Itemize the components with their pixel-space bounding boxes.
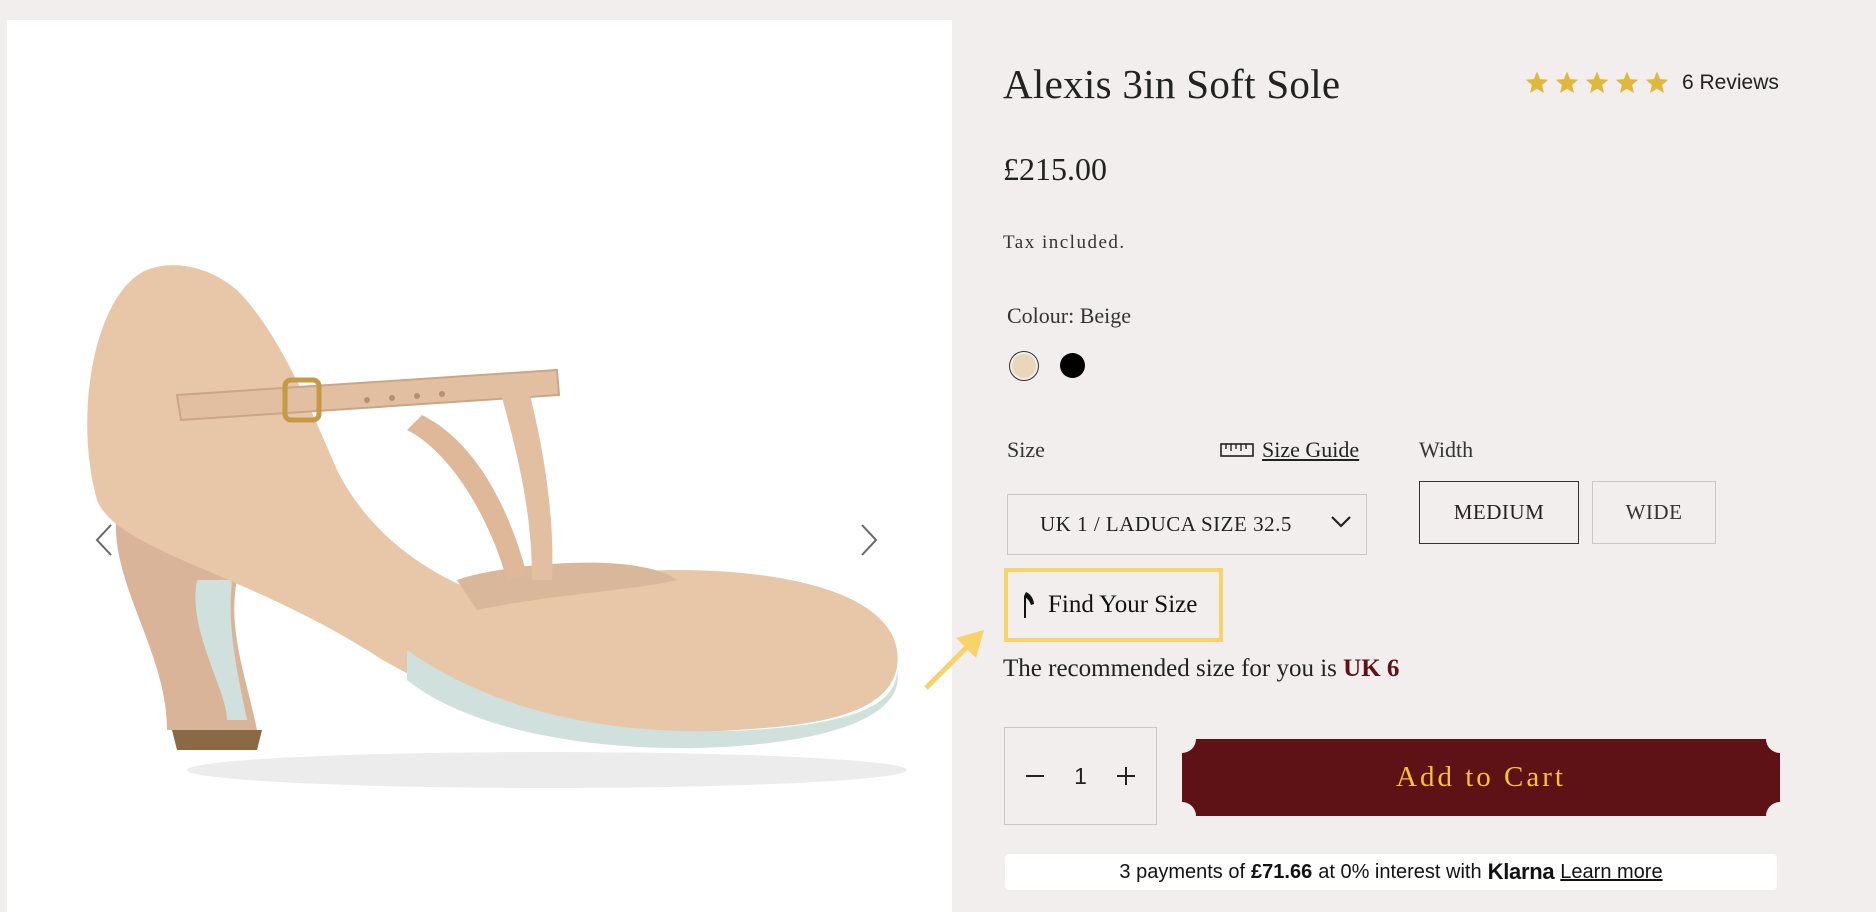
find-your-size-button[interactable]: Find Your Size bbox=[1004, 568, 1223, 642]
pointer-arrow-icon bbox=[924, 630, 984, 690]
size-select-value: UK 1 / LADUCA SIZE 32.5 bbox=[1040, 512, 1292, 536]
next-image-button[interactable] bbox=[854, 518, 884, 562]
recommend-value: UK 6 bbox=[1343, 655, 1400, 682]
size-guide-link[interactable]: Size Guide bbox=[1220, 437, 1359, 463]
star-icon bbox=[1645, 71, 1669, 93]
star-icon bbox=[1525, 71, 1549, 93]
chevron-left-icon bbox=[95, 524, 112, 556]
size-guide-label: Size Guide bbox=[1262, 437, 1360, 462]
recommend-prefix: The recommended size for you is bbox=[1003, 655, 1337, 682]
product-price: £215.00 bbox=[1003, 151, 1107, 187]
width-label: Width bbox=[1419, 437, 1474, 462]
width-option-wide[interactable]: WIDE bbox=[1592, 481, 1716, 544]
chevron-down-icon bbox=[1331, 516, 1351, 528]
width-option-medium[interactable]: MEDIUM bbox=[1419, 481, 1579, 544]
product-gallery bbox=[7, 20, 952, 912]
increase-quantity-button[interactable] bbox=[1114, 764, 1138, 788]
add-to-cart-label: Add to Cart bbox=[1396, 761, 1566, 793]
klarna-amount: £71.66 bbox=[1251, 860, 1313, 883]
klarna-banner: 3 payments of £71.66 at 0% interest with… bbox=[1005, 854, 1777, 890]
recommended-size: The recommended size for you is UK 6 bbox=[1003, 655, 1399, 683]
size-label: Size bbox=[1007, 437, 1045, 462]
minus-icon bbox=[1026, 775, 1044, 777]
ruler-icon bbox=[1220, 443, 1254, 457]
reviews-link[interactable]: 6 Reviews bbox=[1682, 71, 1779, 95]
klarna-prefix: 3 payments of bbox=[1119, 860, 1246, 883]
star-icon bbox=[1585, 71, 1609, 93]
colour-swatch-beige[interactable] bbox=[1009, 351, 1039, 381]
colour-label: Colour: Beige bbox=[1007, 303, 1132, 328]
size-select[interactable]: UK 1 / LADUCA SIZE 32.5 bbox=[1007, 494, 1367, 555]
plus-icon bbox=[1116, 767, 1135, 785]
quantity-value[interactable]: 1 bbox=[1074, 763, 1087, 790]
find-your-size-label: Find Your Size bbox=[1048, 591, 1198, 618]
add-to-cart-button[interactable]: Add to Cart bbox=[1182, 739, 1780, 816]
product-title: Alexis 3in Soft Sole bbox=[1003, 61, 1341, 107]
rating[interactable]: 6 Reviews bbox=[1524, 70, 1779, 96]
product-image bbox=[87, 265, 907, 788]
star-rating bbox=[1524, 70, 1670, 96]
klarna-learn-more-link[interactable]: Learn more bbox=[1560, 861, 1662, 884]
shoe-size-icon bbox=[1024, 592, 1034, 618]
tax-note: Tax included. bbox=[1003, 232, 1126, 253]
colour-swatch-black[interactable] bbox=[1060, 353, 1085, 378]
star-icon bbox=[1615, 71, 1639, 93]
chevron-right-icon bbox=[861, 524, 878, 556]
klarna-middle: at 0% interest with bbox=[1318, 860, 1482, 883]
star-icon bbox=[1555, 71, 1579, 93]
previous-image-button[interactable] bbox=[89, 518, 119, 562]
klarna-logo: Klarna bbox=[1487, 859, 1555, 884]
decrease-quantity-button[interactable] bbox=[1023, 764, 1047, 788]
quantity-stepper: 1 bbox=[1004, 727, 1157, 825]
